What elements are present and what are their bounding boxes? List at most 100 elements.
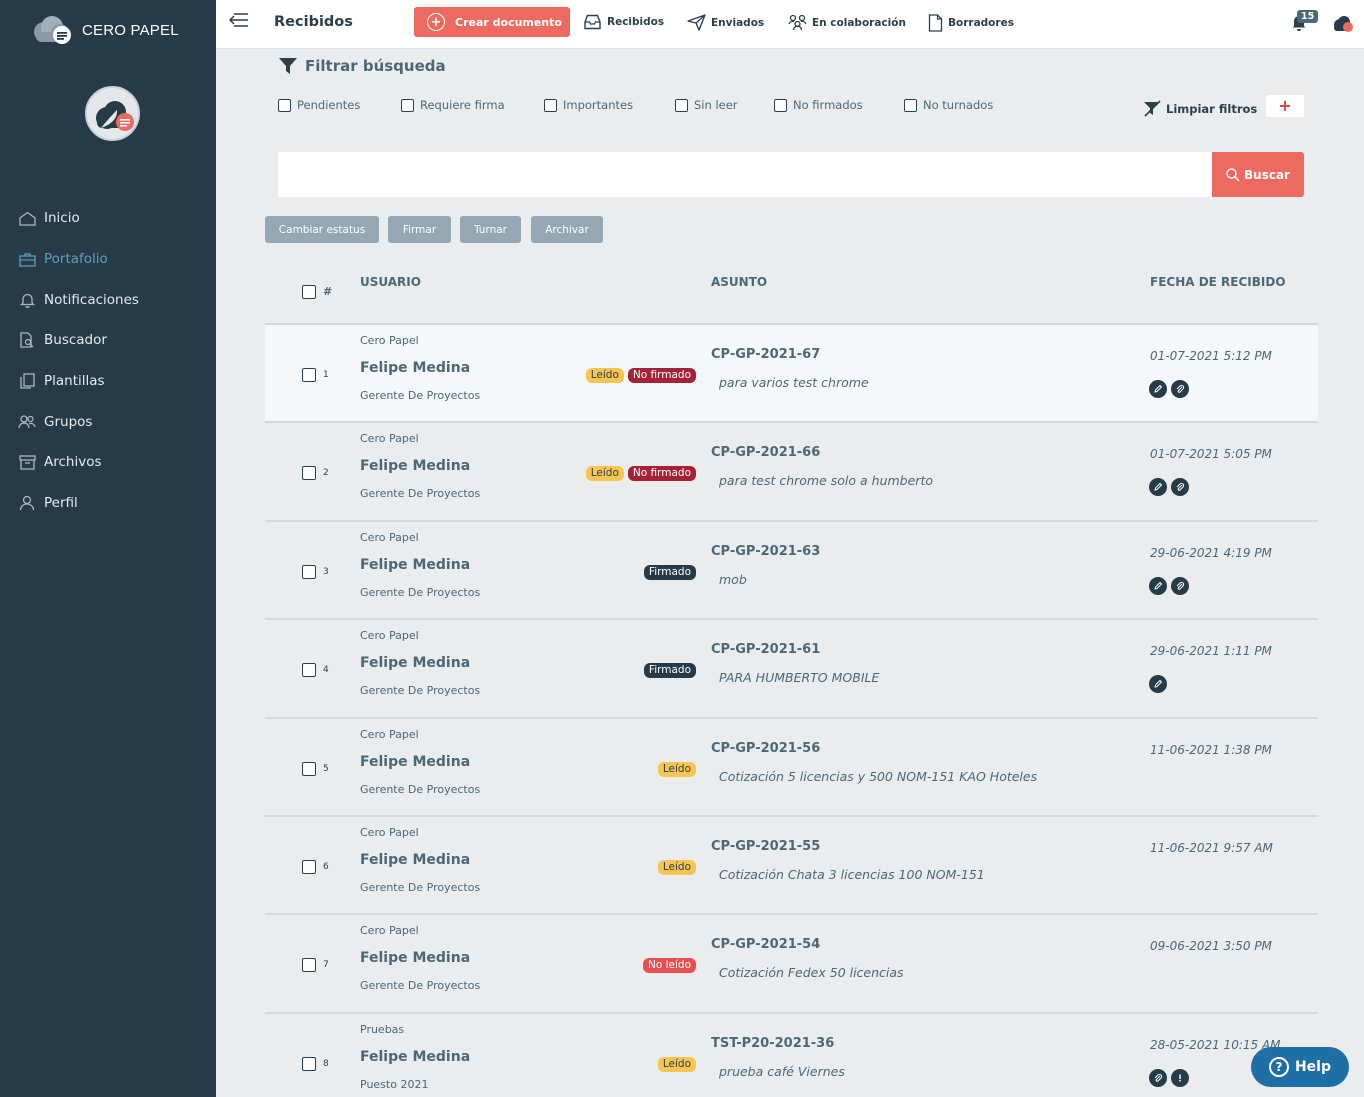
- tab-en-colaboracion[interactable]: En colaboración: [788, 14, 906, 31]
- document-folio[interactable]: CP-GP-2021-54: [711, 937, 820, 952]
- row-checkbox[interactable]: [302, 859, 316, 874]
- sender-role: Gerente De Proyectos: [360, 782, 481, 796]
- sender-name: Felipe Medina: [360, 556, 471, 573]
- attachment-icon[interactable]: [1171, 380, 1189, 398]
- tab-borradores[interactable]: Borradores: [928, 14, 1014, 32]
- row-number: 1: [323, 370, 329, 380]
- sidebar-item-label: Plantillas: [44, 373, 105, 390]
- search-button[interactable]: Buscar: [1212, 152, 1304, 197]
- document-folio[interactable]: CP-GP-2021-61: [711, 642, 820, 657]
- document-folio[interactable]: TST-P20-2021-36: [711, 1036, 834, 1051]
- filter-requiere-firma[interactable]: Requiere firma: [401, 98, 505, 112]
- archive-button[interactable]: Archivar: [531, 216, 603, 243]
- select-all-checkbox[interactable]: [302, 285, 316, 299]
- sidebar-item-grupos[interactable]: Grupos: [0, 401, 216, 442]
- document-folio[interactable]: CP-GP-2021-55: [711, 839, 820, 854]
- pen-icon[interactable]: [1149, 380, 1167, 398]
- user-avatar[interactable]: [1331, 14, 1355, 38]
- document-folio[interactable]: CP-GP-2021-63: [711, 544, 820, 559]
- forward-button[interactable]: Turnar: [460, 216, 521, 243]
- sign-button[interactable]: Firmar: [388, 216, 451, 243]
- sidebar-item-archivos[interactable]: Archivos: [0, 442, 216, 483]
- sidebar-item-buscador[interactable]: Buscador: [0, 320, 216, 361]
- pen-icon[interactable]: [1149, 576, 1167, 595]
- search-input[interactable]: [278, 152, 1212, 197]
- filter-label: Requiere firma: [420, 98, 505, 112]
- help-button[interactable]: ? Help: [1251, 1047, 1349, 1087]
- table-row[interactable]: 8 Pruebas Felipe Medina Puesto 2021 Leído TST…: [265, 1014, 1318, 1097]
- checkbox[interactable]: [401, 98, 414, 112]
- tab-recibidos[interactable]: Recibidos: [583, 14, 664, 30]
- search-button-label: Buscar: [1244, 167, 1290, 182]
- pen-icon[interactable]: [1149, 478, 1167, 497]
- document-subject: para test chrome solo a humberto: [719, 473, 933, 489]
- filter-no-firmados[interactable]: No firmados: [774, 98, 863, 112]
- sidebar-item-label: Notificaciones: [44, 291, 139, 308]
- brand-logo[interactable]: CERO PAPEL: [30, 14, 179, 46]
- status-badge-leido: Leído: [657, 859, 696, 875]
- sender-organization: Cero Papel: [360, 727, 419, 741]
- clear-filters-label: Limpiar filtros: [1166, 101, 1258, 116]
- document-folio[interactable]: CP-GP-2021-67: [711, 347, 820, 362]
- checkbox[interactable]: [774, 98, 787, 112]
- tab-enviados[interactable]: Enviados: [687, 14, 764, 31]
- group-icon: [18, 413, 36, 431]
- status-badges: Leído: [657, 859, 696, 875]
- attachment-icon[interactable]: [1171, 478, 1189, 497]
- row-number: 4: [323, 665, 329, 676]
- create-document-button[interactable]: + Crear documento: [414, 7, 570, 37]
- checkbox[interactable]: [544, 98, 557, 112]
- filter-no-turnados[interactable]: No turnados: [904, 98, 993, 112]
- filter-icon: [279, 58, 297, 74]
- row-checkbox[interactable]: [302, 663, 316, 678]
- checkbox[interactable]: [675, 98, 688, 112]
- column-header-subject[interactable]: ASUNTO: [711, 275, 767, 289]
- checkbox[interactable]: [904, 98, 917, 112]
- table-row[interactable]: 4 Cero Papel Felipe Medina Gerente De Proye…: [265, 620, 1318, 719]
- sidebar-item-inicio[interactable]: Inicio: [0, 198, 216, 239]
- create-document-label: Crear documento: [455, 15, 562, 29]
- sidebar-item-plantillas[interactable]: Plantillas: [0, 361, 216, 402]
- row-checkbox[interactable]: [302, 564, 316, 579]
- row-number: 3: [323, 566, 329, 577]
- table-row[interactable]: 3 Cero Papel Felipe Medina Gerente De Proye…: [265, 522, 1318, 621]
- table-row[interactable]: 2 Cero Papel Felipe Medina Gerente De Proye…: [265, 423, 1318, 522]
- pen-icon[interactable]: [1149, 675, 1167, 694]
- attachment-icon[interactable]: [1171, 576, 1189, 595]
- attachment-icon[interactable]: [1149, 1068, 1167, 1087]
- inbox-icon: [584, 14, 601, 30]
- draft-icon: [928, 14, 943, 32]
- table-row[interactable]: 5 Cero Papel Felipe Medina Gerente De Proye…: [265, 719, 1318, 817]
- avatar-logo-icon: [87, 88, 138, 139]
- document-folio[interactable]: CP-GP-2021-66: [711, 445, 820, 460]
- collapse-menu-icon[interactable]: [228, 12, 249, 32]
- sidebar-item-perfil[interactable]: Perfil: [0, 483, 216, 524]
- checkbox[interactable]: [278, 98, 291, 112]
- received-date: 09-06-2021 3:50 PM: [1150, 939, 1272, 954]
- briefcase-icon: [18, 250, 36, 268]
- column-header-date[interactable]: FECHA DE RECIBIDO: [1150, 275, 1286, 289]
- table-row[interactable]: 6 Cero Papel Felipe Medina Gerente De Proye…: [265, 817, 1318, 916]
- clear-filters-button[interactable]: Limpiar filtros: [1143, 100, 1257, 117]
- cloud-logo-icon: [34, 16, 71, 44]
- column-header-user[interactable]: USUARIO: [360, 275, 421, 289]
- sidebar-item-notificaciones[interactable]: Notificaciones: [0, 279, 216, 320]
- row-checkbox[interactable]: [302, 958, 316, 973]
- row-checkbox[interactable]: [302, 466, 316, 481]
- filter-importantes[interactable]: Importantes: [544, 98, 633, 112]
- filter-pendientes[interactable]: Pendientes: [278, 98, 360, 112]
- sidebar-item-portafolio[interactable]: Portafolio: [0, 239, 216, 280]
- document-folio[interactable]: CP-GP-2021-56: [711, 741, 820, 756]
- row-checkbox[interactable]: [302, 1056, 316, 1071]
- sender-organization: Cero Papel: [360, 924, 419, 938]
- row-checkbox[interactable]: [302, 368, 316, 382]
- tab-label: Recibidos: [607, 16, 665, 28]
- row-checkbox[interactable]: [302, 761, 316, 776]
- profile-avatar[interactable]: [85, 86, 140, 141]
- table-row[interactable]: 1 Cero Papel Felipe Medina Gerente De Proye…: [265, 325, 1318, 424]
- filter-sin-leer[interactable]: Sin leer: [675, 98, 738, 112]
- alert-icon[interactable]: [1171, 1068, 1189, 1087]
- table-row[interactable]: 7 Cero Papel Felipe Medina Gerente De Proye…: [265, 915, 1318, 1014]
- change-status-button[interactable]: Cambiar estatus: [265, 216, 379, 243]
- add-filter-button[interactable]: +: [1266, 95, 1304, 117]
